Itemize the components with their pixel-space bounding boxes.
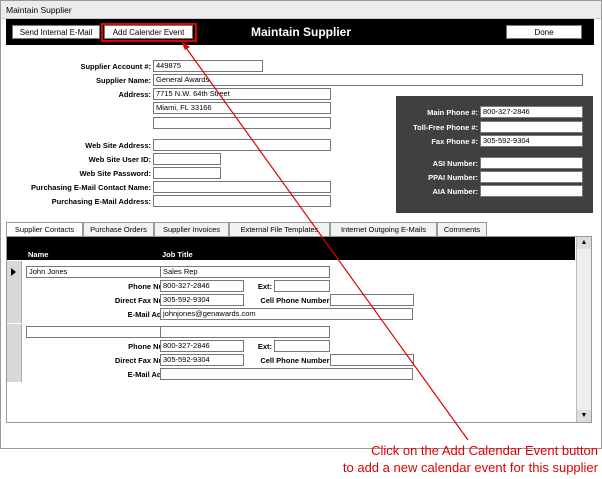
- annotation-arrow: [181, 41, 469, 441]
- annotation-line-2: to add a new calendar event for this sup…: [342, 460, 598, 475]
- annotation-line-1: Click on the Add Calendar Event button: [371, 443, 598, 458]
